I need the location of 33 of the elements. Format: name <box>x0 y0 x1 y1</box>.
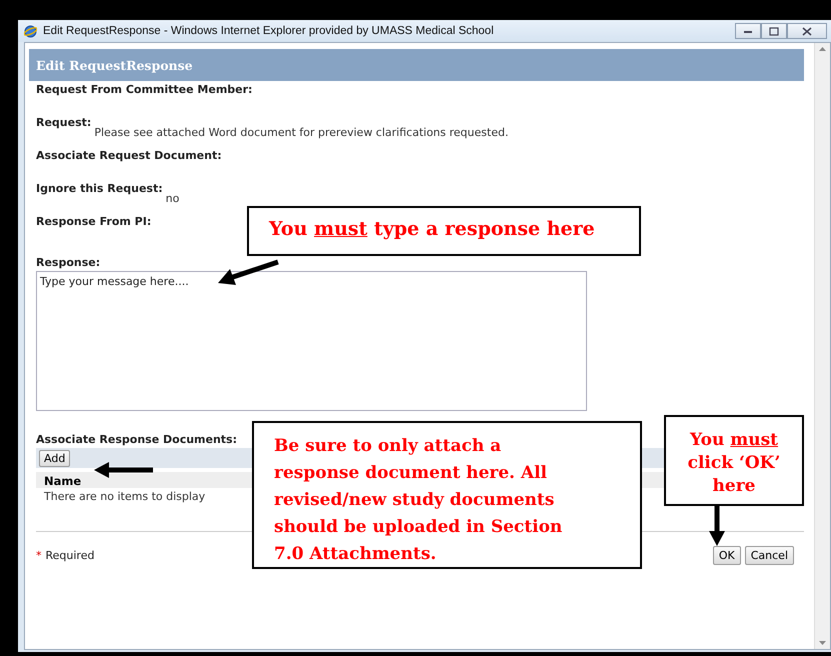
arrow <box>94 462 153 478</box>
minimize-icon <box>743 28 753 34</box>
field-label: Ignore this Request: <box>36 182 163 195</box>
dialog-header: Edit RequestResponse <box>29 49 804 81</box>
field-label: Request From Committee Member: <box>36 83 252 96</box>
globe-icon <box>24 24 37 38</box>
window-title: Edit RequestResponse - Windows Internet Explorer provided by UMASS Medical School <box>43 25 495 37</box>
field-label: Associate Response Documents: <box>36 433 238 446</box>
callout-text: You must type a response here <box>247 206 641 256</box>
callout-text: Be sure to only attach a response document here. All revised/new study documents should be uploaded in Section 7.0 Attachments. <box>252 421 642 569</box>
required-note: * Required <box>36 549 94 562</box>
close-button[interactable] <box>787 23 827 39</box>
scroll-up-icon[interactable] <box>819 47 826 51</box>
field-value: no <box>166 192 180 205</box>
scrollbar[interactable] <box>814 43 830 649</box>
close-icon <box>802 26 812 36</box>
scroll-down-icon[interactable] <box>819 641 826 645</box>
cancel-button[interactable]: Cancel <box>744 546 794 565</box>
field-label: Request: <box>36 116 92 129</box>
add-button[interactable]: Add <box>39 450 70 466</box>
maximize-button[interactable] <box>761 23 787 39</box>
ok-button[interactable]: OK <box>712 546 741 565</box>
arrow <box>709 505 725 546</box>
maximize-icon <box>769 26 779 36</box>
field-label: Response: <box>36 256 100 269</box>
response-field[interactable]: Type your message here.... <box>36 271 587 411</box>
field-value: Please see attached Word document for prereview clarifications requested. <box>94 126 508 139</box>
field-label: Response From PI: <box>36 215 152 228</box>
field-label: Associate Request Document: <box>36 149 222 162</box>
callout-text: You must click ‘OK’ here <box>664 415 804 506</box>
arrow <box>218 260 279 285</box>
minimize-button[interactable] <box>735 23 761 39</box>
empty-message: There are no items to display <box>43 489 206 503</box>
